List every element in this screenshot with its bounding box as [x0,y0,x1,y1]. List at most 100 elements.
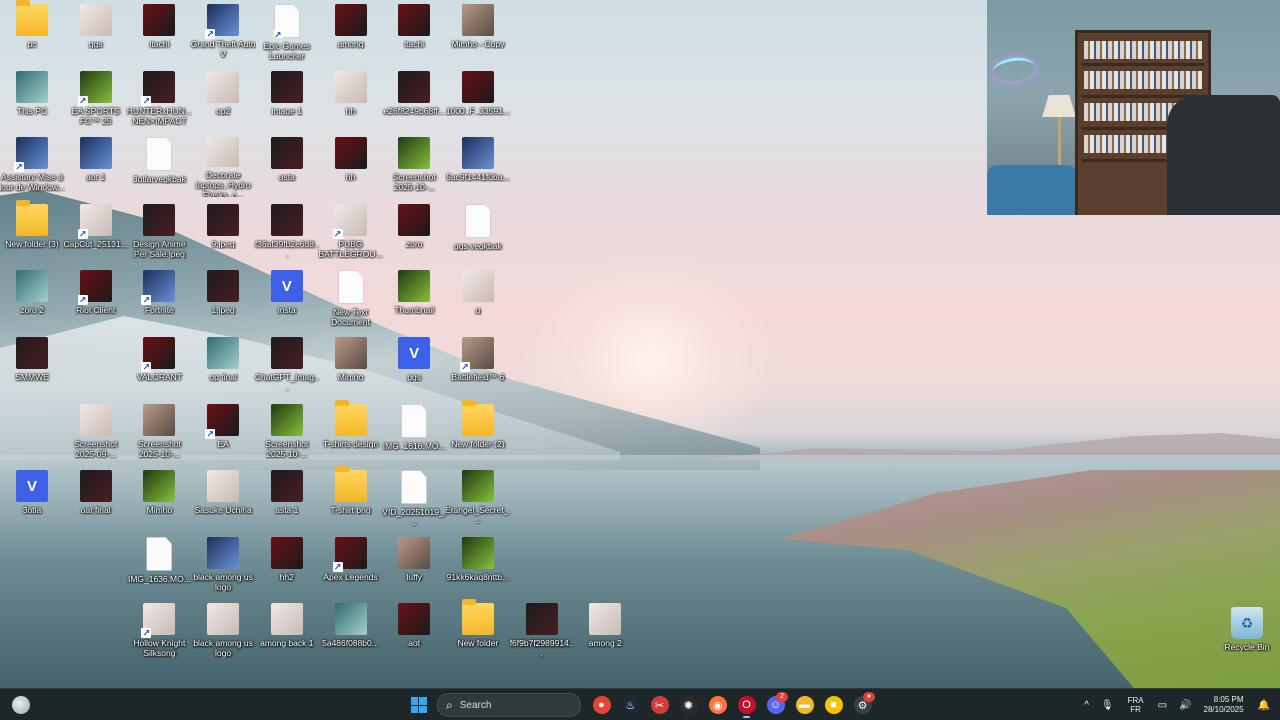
desktop-icon[interactable]: 9.jpeg [190,200,256,264]
desktop-icon[interactable]: New Text Document [318,266,384,330]
desktop-icon[interactable]: New folder (2) [445,399,511,464]
desktop-icon[interactable]: HUNTERxHUN... NEN×IMPACT [126,67,192,131]
taskbar-app-chatgpt[interactable]: ✺ [674,691,703,719]
desktop-icon[interactable]: e26f8249b68ff... [381,67,447,131]
desktop-icon[interactable]: f36af39fb2e6d8... [254,200,320,264]
weather-widget-icon[interactable] [12,696,30,714]
desktop-icon[interactable]: ggs.vegkbak [445,200,511,264]
clock[interactable]: 8:05 PM 28/10/2025 [1204,695,1244,715]
desktop-icon[interactable]: Hollow Knight Silksong [126,599,192,663]
desktop-icon[interactable]: op2 [190,67,256,131]
desktop-icon[interactable]: EA [190,400,256,464]
desktop-icon[interactable]: Decorate laptops, Hydro Flasks, c... [190,133,256,197]
desktop-icon[interactable]: Sasuke Uchiha [190,466,256,530]
desktop-icon[interactable]: PUBG BATTLEGROU... [318,200,384,264]
desktop-icon[interactable]: aot 1 [63,133,129,197]
desktop-icon[interactable]: among 2 [572,599,638,663]
desktop[interactable]: pc ggs itachi Grand Theft Auto V Epic Games … [0,0,1280,688]
desktop-icon[interactable]: 5a486f088b0... [318,599,384,663]
desktop-icon[interactable]: Mimho [126,466,192,530]
desktop-icon[interactable]: 3otlarvegkbak [126,133,192,197]
notifications-bell-icon[interactable]: 🔔 [1258,700,1270,711]
taskbar-app-firefox[interactable]: ◉ [703,691,732,719]
desktop-icon[interactable]: Screenshot 2025-10-... [126,400,192,464]
desktop-icon[interactable]: itachi [381,0,447,64]
desktop-icon[interactable]: zoro 2 [0,266,65,330]
desktop-icon[interactable]: f6f9b7f2989914... [509,599,575,663]
desktop-icon[interactable]: EA SPORTS FC™ 25 [63,67,129,131]
desktop-icon[interactable]: 91kk6kaq8nttb... [445,533,511,597]
desktop-icon[interactable]: New folder [445,599,511,663]
desktop-icon[interactable]: hh [318,67,384,131]
desktop-icon[interactable]: ChatGPT_Imag... [254,333,320,397]
desktop-icon[interactable]: Screenshot 2025-10-... [381,133,447,197]
taskbar-app-opera-gx[interactable]: O [732,691,761,719]
desktop-icon[interactable]: IMG_1616.MO... [381,400,447,464]
desktop-icon[interactable]: asta 1 [254,466,320,530]
desktop-icon[interactable]: ggs [63,0,129,64]
desktop-icon[interactable]: aot [381,599,447,663]
taskbar-app-bandicam[interactable]: ■ [819,691,848,719]
tray-overflow-chevron-icon[interactable]: ^ [1084,700,1089,711]
desktop-icon[interactable]: CapCut_25131... [63,200,129,264]
desktop-icon[interactable]: T-shirts design [318,399,384,464]
desktop-icon[interactable]: Vinsta [254,266,320,330]
desktop-icon[interactable]: Mimho [318,333,384,397]
desktop-icon[interactable]: op final [190,333,256,397]
taskbar-app-chrome[interactable]: ● [587,691,616,719]
desktop-icon[interactable]: image 1 [254,67,320,131]
network-icon[interactable]: ▭ [1158,700,1167,711]
taskbar-search[interactable]: ⌕ Search [437,693,581,717]
desktop-icon[interactable]: VALORANT [126,333,192,397]
desktop-icon[interactable]: Screenshot 2025-09-... [63,400,129,464]
desktop-icon[interactable]: Riot Client [63,266,129,330]
desktop-icon[interactable]: IMG_1636.MO... [126,533,192,597]
desktop-icon[interactable]: Epic Games Launcher [254,0,320,64]
microphone-icon[interactable]: 🎙 [1101,700,1114,711]
desktop-icon[interactable]: Mimho - Copy [445,0,511,64]
taskbar-app-settings[interactable]: ⚙ ● [848,691,877,719]
clock-date: 28/10/2025 [1203,705,1244,714]
language-indicator[interactable]: FRA FR [1128,696,1144,714]
desktop-icon[interactable]: black among us logo [190,533,256,597]
taskbar-app-steam[interactable]: ♨ [616,691,645,719]
start-button[interactable] [404,691,433,719]
desktop-icon[interactable]: Fortnite [126,266,192,330]
desktop-icon[interactable]: among [318,0,384,64]
desktop-icon[interactable]: hh [318,133,384,197]
taskbar-app-snipping-tool[interactable]: ✂ [645,691,674,719]
desktop-icon[interactable]: Battlefield™ 6 [445,333,511,397]
desktop-icon[interactable]: asta [254,133,320,197]
desktop-icon[interactable]: This PC [0,67,65,131]
desktop-icon[interactable]: 1000_F_33591... [445,67,511,131]
desktop-icon[interactable]: New folder (3) [0,199,65,264]
recycle-bin[interactable]: ♻ Recycle Bin [1214,603,1280,667]
desktop-icon[interactable]: V 3otla [0,466,65,530]
desktop-icon[interactable]: T-shirt png [318,466,384,530]
desktop-icon[interactable]: Grand Theft Auto V [190,0,256,64]
desktop-icon[interactable]: Erangel_Secret_... [445,466,511,530]
desktop-icon[interactable]: luffy [381,533,447,597]
volume-icon[interactable]: 🔊 [1179,700,1191,711]
desktop-icon[interactable]: hh2 [254,533,320,597]
desktop-icon[interactable]: zoro [381,200,447,264]
desktop-icon[interactable]: SMMWE [0,333,65,397]
desktop-icon[interactable]: black among us logo [190,599,256,663]
clock-time: 8:05 PM [1213,695,1244,704]
desktop-icon[interactable]: pc [0,0,65,64]
desktop-icon[interactable]: Design Anime Per Sale.jpeg [126,200,192,264]
desktop-icon[interactable]: Apex Legends [318,533,384,597]
desktop-icon[interactable]: Vggs [381,333,447,397]
desktop-icon[interactable]: 5ac9f1441f0ba... [445,133,511,197]
desktop-icon[interactable]: among back 1 [254,599,320,663]
desktop-icon[interactable]: VID_20251019_... [381,466,447,530]
desktop-icon[interactable]: 1.jpeg [190,266,256,330]
desktop-icon[interactable]: Screenshot 2025-10-... [254,400,320,464]
desktop-icon[interactable]: Thumbnail [381,266,447,330]
desktop-icon[interactable]: g [445,266,511,330]
desktop-icon[interactable]: Assistant Mise à jour de Window... [0,133,65,197]
desktop-icon[interactable]: oat final [63,466,129,530]
desktop-icon[interactable]: itachi [126,0,192,64]
taskbar-app-file-explorer[interactable]: ▬ [790,691,819,719]
taskbar-app-discord[interactable]: ☺ 2 [761,691,790,719]
